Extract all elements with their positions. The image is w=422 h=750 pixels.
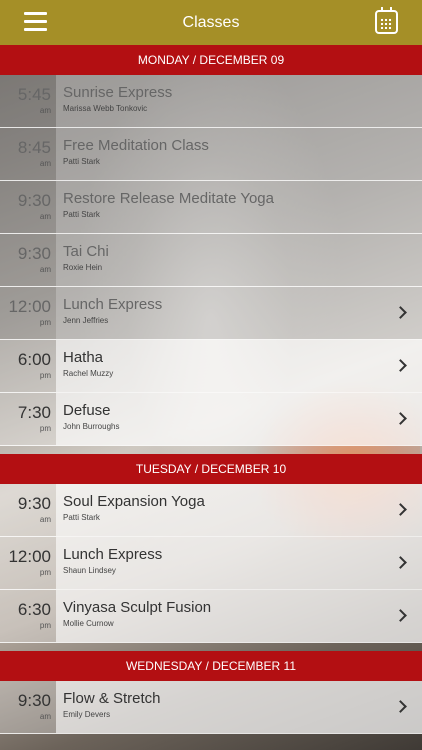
class-name: Restore Release Meditate Yoga (63, 190, 274, 207)
class-row[interactable]: 9:30 am Flow & Stretch Emily Devers (0, 681, 422, 733)
chevron-right-icon[interactable] (394, 306, 407, 319)
class-time: 9:30 (17, 494, 51, 513)
time-column: 9:30 am (0, 181, 56, 233)
class-info: Sunrise Express Marissa Webb Tonkovic (56, 75, 422, 127)
class-row[interactable]: 8:45 am Free Meditation Class Patti Stark (0, 128, 422, 180)
class-instructor: Emily Devers (63, 710, 111, 719)
class-name: Lunch Express (63, 296, 163, 313)
chevron-right-icon[interactable] (394, 609, 407, 622)
class-info: Lunch Express Shaun Lindsey (56, 537, 422, 589)
class-ampm: am (39, 212, 51, 221)
chevron-right-icon[interactable] (394, 503, 407, 516)
calendar-icon[interactable] (375, 7, 398, 34)
time-column: 6:30 pm (0, 590, 56, 642)
class-ampm: am (39, 712, 51, 721)
class-info: Vinyasa Sculpt Fusion Mollie Curnow (56, 590, 422, 642)
class-ampm: pm (39, 424, 51, 433)
class-name: Tai Chi (63, 243, 109, 260)
class-instructor: Marissa Webb Tonkovic (63, 104, 148, 113)
class-time: 8:45 (17, 138, 51, 157)
class-name: Lunch Express (63, 546, 163, 563)
time-column: 9:30 am (0, 484, 56, 536)
day-header: TUESDAY / DECEMBER 10 (0, 454, 422, 484)
class-row[interactable]: 7:30 pm Defuse John Burroughs (0, 393, 422, 445)
class-name: Vinyasa Sculpt Fusion (63, 599, 212, 616)
top-bar: Classes (0, 0, 422, 45)
class-instructor: Patti Stark (63, 157, 100, 166)
time-column: 12:00 pm (0, 537, 56, 589)
class-instructor: Mollie Curnow (63, 619, 114, 628)
class-name: Free Meditation Class (63, 137, 209, 154)
class-time: 12:00 (8, 297, 51, 316)
class-name: Sunrise Express (63, 84, 173, 101)
row-divider (0, 642, 422, 643)
class-time: 9:30 (17, 691, 51, 710)
class-instructor: Shaun Lindsey (63, 566, 116, 575)
class-time: 7:30 (17, 403, 51, 422)
class-instructor: Rachel Muzzy (63, 369, 114, 378)
class-name: Soul Expansion Yoga (63, 493, 205, 510)
day-header: WEDNESDAY / DECEMBER 11 (0, 651, 422, 681)
chevron-right-icon[interactable] (394, 700, 407, 713)
hamburger-menu-icon[interactable] (24, 12, 47, 31)
time-column: 9:30 am (0, 234, 56, 286)
class-instructor: Patti Stark (63, 210, 100, 219)
class-name: Defuse (63, 402, 111, 419)
class-instructor: Roxie Hein (63, 263, 103, 272)
class-info: Tai Chi Roxie Hein (56, 234, 422, 286)
class-instructor: Jenn Jeffries (63, 316, 109, 325)
class-row[interactable]: 9:30 am Restore Release Meditate Yoga Patti… (0, 181, 422, 233)
class-row[interactable]: 6:30 pm Vinyasa Sculpt Fusion Mollie Curnow (0, 590, 422, 642)
chevron-right-icon[interactable] (394, 412, 407, 425)
class-time: 12:00 (8, 547, 51, 566)
class-instructor: Patti Stark (63, 513, 100, 522)
class-name: Hatha (63, 349, 104, 366)
time-column: 5:45 am (0, 75, 56, 127)
class-ampm: pm (39, 621, 51, 630)
class-ampm: pm (39, 568, 51, 577)
time-column: 12:00 pm (0, 287, 56, 339)
class-ampm: pm (39, 371, 51, 380)
time-column: 7:30 pm (0, 393, 56, 445)
class-time: 9:30 (17, 244, 51, 263)
class-info: Lunch Express Jenn Jeffries (56, 287, 422, 339)
class-info: Flow & Stretch Emily Devers (56, 681, 422, 733)
class-time: 9:30 (17, 191, 51, 210)
class-info: Soul Expansion Yoga Patti Stark (56, 484, 422, 536)
class-name: Flow & Stretch (63, 690, 161, 707)
class-ampm: pm (39, 318, 51, 327)
class-info: Hatha Rachel Muzzy (56, 340, 422, 392)
page-title: Classes (182, 13, 240, 31)
class-info: Defuse John Burroughs (56, 393, 422, 445)
class-ampm: am (39, 159, 51, 168)
time-column: 9:30 am (0, 681, 56, 733)
class-instructor: John Burroughs (63, 422, 120, 431)
class-row[interactable]: 6:00 pm Hatha Rachel Muzzy (0, 340, 422, 392)
class-row[interactable]: 5:45 am Sunrise Express Marissa Webb Tonkov… (0, 75, 422, 127)
day-header: MONDAY / DECEMBER 09 (0, 45, 422, 75)
class-row[interactable]: 12:00 pm Lunch Express Shaun Lindsey (0, 537, 422, 589)
class-ampm: am (39, 106, 51, 115)
class-info: Restore Release Meditate Yoga Patti Stark (56, 181, 422, 233)
class-info: Free Meditation Class Patti Stark (56, 128, 422, 180)
class-time: 6:30 (17, 600, 51, 619)
class-ampm: am (39, 265, 51, 274)
chevron-right-icon[interactable] (394, 556, 407, 569)
time-column: 6:00 pm (0, 340, 56, 392)
class-time: 6:00 (17, 350, 51, 369)
chevron-right-icon[interactable] (394, 359, 407, 372)
class-ampm: am (39, 515, 51, 524)
class-row[interactable]: 9:30 am Tai Chi Roxie Hein (0, 234, 422, 286)
row-divider (0, 733, 422, 734)
class-row[interactable]: 9:30 am Soul Expansion Yoga Patti Stark (0, 484, 422, 536)
class-time: 5:45 (17, 85, 51, 104)
time-column: 8:45 am (0, 128, 56, 180)
row-divider (0, 445, 422, 446)
class-row[interactable]: 12:00 pm Lunch Express Jenn Jeffries (0, 287, 422, 339)
